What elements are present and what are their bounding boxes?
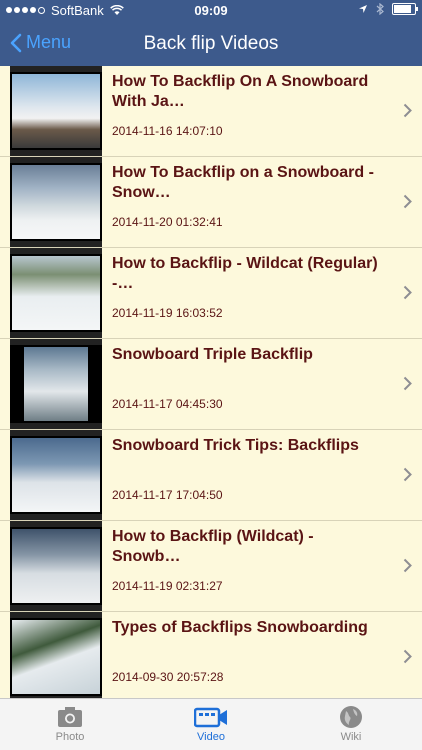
page-title: Back flip Videos [143,33,279,54]
video-camera-icon [194,707,227,728]
camera-icon [58,707,82,727]
video-date: 2014-11-17 17:04:50 [112,488,223,502]
video-thumbnail [10,521,102,611]
video-thumbnail [10,248,102,338]
status-bar: SoftBank 09:09 [0,0,422,22]
video-title: How to Backflip (Wildcat) - Snowb… [112,528,314,565]
video-thumbnail [10,430,102,520]
chevron-right-icon [403,649,412,664]
chevron-right-icon [403,558,412,573]
video-title: How to Backflip - Wildcat (Regular) -… [112,255,378,292]
location-arrow-icon [359,5,367,13]
video-thumbnail [10,612,102,698]
tab-video[interactable]: Video [171,703,251,743]
tab-wiki[interactable]: Wiki [311,703,391,743]
video-title: Snowboard Triple Backflip [112,346,313,363]
tab-photo-label: Photo [55,731,85,743]
tab-wiki-label: Wiki [340,731,362,743]
video-list: How To Backflip On A Snowboard With Ja… … [0,66,422,698]
video-row[interactable]: How to Backflip (Wildcat) - Snowb… 2014-… [0,521,422,612]
video-date: 2014-11-16 14:07:10 [112,124,223,138]
chevron-right-icon [403,285,412,300]
tab-photo[interactable]: Photo [30,703,110,743]
video-date: 2014-11-17 04:45:30 [112,397,223,411]
video-title: Types of Backflips Snowboarding [112,619,368,636]
video-row[interactable]: How To Backflip on a Snowboard - Snow… 2… [0,157,422,248]
tab-video-label: Video [197,731,225,743]
video-title: Snowboard Trick Tips: Backflips [112,437,359,454]
video-row[interactable]: How to Backflip - Wildcat (Regular) -… 2… [0,248,422,339]
video-thumbnail [10,66,102,156]
video-date: 2014-11-20 01:32:41 [112,215,223,229]
chevron-right-icon [403,376,412,391]
video-title: How To Backflip On A Snowboard With Ja… [112,73,369,110]
video-date: 2014-11-19 16:03:52 [112,306,223,320]
chevron-right-icon [403,103,412,118]
tab-bar: Photo Video Wiki [0,698,422,750]
chevron-right-icon [403,194,412,209]
video-title: How To Backflip on a Snowboard - Snow… [112,164,374,201]
video-row[interactable]: Types of Backflips Snowboarding 2014-09-… [0,612,422,698]
video-row[interactable]: How To Backflip On A Snowboard With Ja… … [0,66,422,157]
video-thumbnail [10,157,102,247]
navigation-bar: Menu Back flip Videos [0,22,422,66]
chevron-right-icon [403,467,412,482]
video-row[interactable]: Snowboard Triple Backflip 2014-11-17 04:… [0,339,422,430]
video-row[interactable]: Snowboard Trick Tips: Backflips 2014-11-… [0,430,422,521]
bluetooth-icon [376,3,384,15]
video-thumbnail [10,339,102,429]
battery-icon [392,3,418,15]
globe-icon [340,706,362,728]
video-date: 2014-11-19 02:31:27 [112,579,223,593]
video-date: 2014-09-30 20:57:28 [112,670,224,684]
